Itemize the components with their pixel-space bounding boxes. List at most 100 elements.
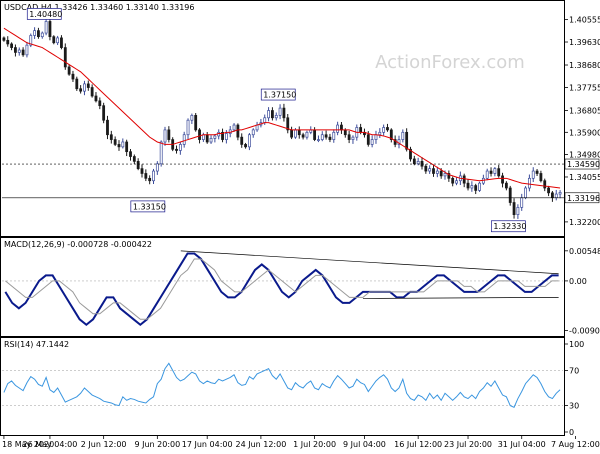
candle-body bbox=[551, 192, 554, 199]
candle-body bbox=[543, 180, 547, 189]
candle-body bbox=[451, 177, 455, 184]
candle-body bbox=[175, 148, 178, 151]
candle-body bbox=[140, 168, 144, 174]
candle-body bbox=[244, 144, 247, 148]
candle-body bbox=[52, 36, 56, 44]
candle-body bbox=[497, 168, 501, 177]
candle-body bbox=[366, 134, 370, 145]
candle-body bbox=[106, 119, 109, 136]
candle-body bbox=[443, 173, 447, 177]
rsi-tick-label: 0 bbox=[569, 428, 574, 437]
price-annotation-label: 1.40480 bbox=[29, 10, 62, 19]
candle-body bbox=[224, 133, 228, 140]
candle-body bbox=[2, 37, 6, 41]
candle-body bbox=[148, 177, 152, 182]
candle-body bbox=[531, 170, 535, 179]
candle-body bbox=[251, 129, 255, 136]
x-tick-label: 26 May 04:00 bbox=[23, 440, 78, 449]
price-tick-label: 1.35900 bbox=[569, 128, 600, 137]
candle-body bbox=[163, 129, 167, 143]
candle-body bbox=[25, 44, 29, 56]
candle-body bbox=[290, 129, 293, 138]
candle-body bbox=[194, 115, 198, 131]
candle-body bbox=[351, 136, 355, 140]
candle-body bbox=[10, 43, 13, 48]
candle-body bbox=[144, 173, 148, 179]
candle-body bbox=[378, 131, 382, 136]
rsi-tick-label: 70 bbox=[569, 366, 579, 375]
price-annotation-label: 1.33150 bbox=[133, 202, 166, 211]
price-tick-label: 1.32200 bbox=[569, 218, 600, 227]
candle-body bbox=[190, 115, 194, 121]
candle-body bbox=[79, 88, 83, 92]
candle-body bbox=[40, 32, 44, 38]
macd-tick-label: 0.00 bbox=[569, 277, 587, 286]
candle-body bbox=[301, 134, 305, 138]
candle-body bbox=[86, 83, 90, 88]
candle-body bbox=[558, 192, 562, 195]
candle-body bbox=[240, 136, 244, 145]
rsi-tick-label: 30 bbox=[569, 402, 579, 411]
candle-body bbox=[232, 124, 236, 131]
x-tick-label: 17 Jun 04:00 bbox=[182, 440, 233, 449]
candle-body bbox=[282, 107, 286, 119]
x-tick-label: 23 Jul 20:00 bbox=[444, 440, 492, 449]
candle-body bbox=[6, 39, 10, 45]
x-tick-label: 7 Aug 12:00 bbox=[551, 440, 600, 449]
chart-canvas: ActionForex.com USDCAD,H4 1.33426 1.3346… bbox=[0, 0, 600, 450]
macd-title: MACD(12,26,9) -0.000728 -0.000422 bbox=[4, 240, 152, 249]
candle-body bbox=[512, 202, 516, 215]
candle-body bbox=[305, 131, 309, 138]
candle-body bbox=[60, 37, 63, 48]
candle-body bbox=[405, 131, 409, 150]
candle-body bbox=[343, 129, 347, 136]
candle-body bbox=[554, 193, 558, 199]
price-annotation-label: 1.37150 bbox=[263, 91, 296, 100]
candle-body bbox=[117, 144, 121, 148]
candle-body bbox=[516, 207, 520, 215]
macd-tick-label: -0.009034 bbox=[569, 326, 600, 335]
price-tick-label: 1.34055 bbox=[569, 173, 600, 182]
candle-body bbox=[474, 185, 478, 191]
x-tick-label: 16 Jul 12:00 bbox=[394, 440, 442, 449]
candle-body bbox=[21, 49, 25, 56]
x-tick-label: 2 Jun 12:00 bbox=[81, 440, 127, 449]
candle-body bbox=[75, 78, 79, 90]
candle-body bbox=[44, 21, 48, 34]
price-reference-label: 1.34590 bbox=[567, 160, 600, 169]
candle-body bbox=[182, 134, 186, 145]
candle-body bbox=[109, 134, 113, 140]
candle-body bbox=[412, 158, 416, 165]
candle-body bbox=[83, 83, 86, 92]
candle-body bbox=[48, 21, 52, 38]
chart-root: ActionForex.com USDCAD,H4 1.33426 1.3346… bbox=[0, 0, 600, 450]
candle-body bbox=[340, 124, 343, 131]
candle-body bbox=[527, 177, 531, 189]
candle-body bbox=[178, 144, 182, 151]
candle-body bbox=[67, 66, 71, 75]
candle-body bbox=[520, 197, 524, 208]
candle-body bbox=[317, 139, 320, 141]
candle-body bbox=[205, 134, 209, 143]
candle-body bbox=[401, 131, 405, 140]
candle-body bbox=[125, 141, 129, 153]
candle-body bbox=[320, 134, 324, 140]
candle-body bbox=[155, 163, 159, 172]
candle-body bbox=[324, 134, 328, 138]
candle-body bbox=[485, 170, 489, 179]
candle-body bbox=[198, 129, 201, 140]
x-tick-label: 24 Jun 12:00 bbox=[235, 440, 286, 449]
candle-body bbox=[470, 185, 474, 189]
candle-body bbox=[382, 127, 386, 133]
candle-body bbox=[466, 182, 470, 189]
candle-body bbox=[236, 124, 240, 138]
price-tick-label: 1.39630 bbox=[569, 38, 600, 47]
candle-body bbox=[501, 175, 504, 184]
candle-body bbox=[102, 105, 106, 121]
candle-body bbox=[439, 170, 443, 177]
candle-body bbox=[209, 138, 213, 143]
candle-body bbox=[547, 187, 550, 194]
candle-body bbox=[152, 170, 155, 182]
candle-body bbox=[113, 139, 117, 145]
candle-body bbox=[539, 173, 543, 182]
